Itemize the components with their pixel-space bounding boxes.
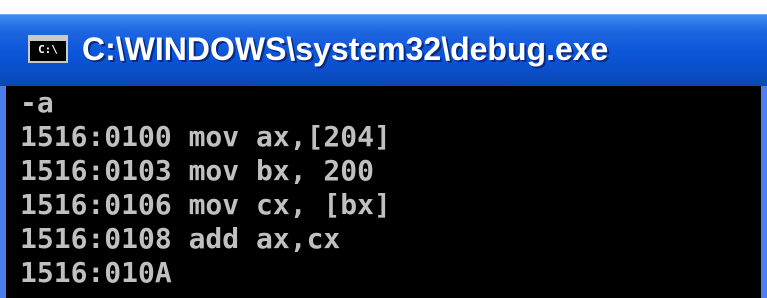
console-window: C:\ C:\WINDOWS\system32\debug.exe -a 151… [0,14,767,298]
title-bar[interactable]: C:\ C:\WINDOWS\system32\debug.exe [0,14,767,86]
console-line: 1516:0106 mov cx, [bx] [20,188,391,221]
console-line: 1516:0108 add ax,cx [20,222,341,255]
console-output[interactable]: -a 1516:0100 mov ax,[204] 1516:0103 mov … [0,86,767,298]
console-line: -a [20,86,54,119]
console-prompt-line: 1516:010A [20,256,172,289]
window-title: C:\WINDOWS\system32\debug.exe [82,31,609,67]
desktop-strip [0,0,767,14]
console-icon[interactable]: C:\ [28,35,68,63]
console-line: 1516:0103 mov bx, 200 [20,154,375,187]
console-line: 1516:0100 mov ax,[204] [20,120,391,153]
console-icon-label: C:\ [38,43,58,56]
